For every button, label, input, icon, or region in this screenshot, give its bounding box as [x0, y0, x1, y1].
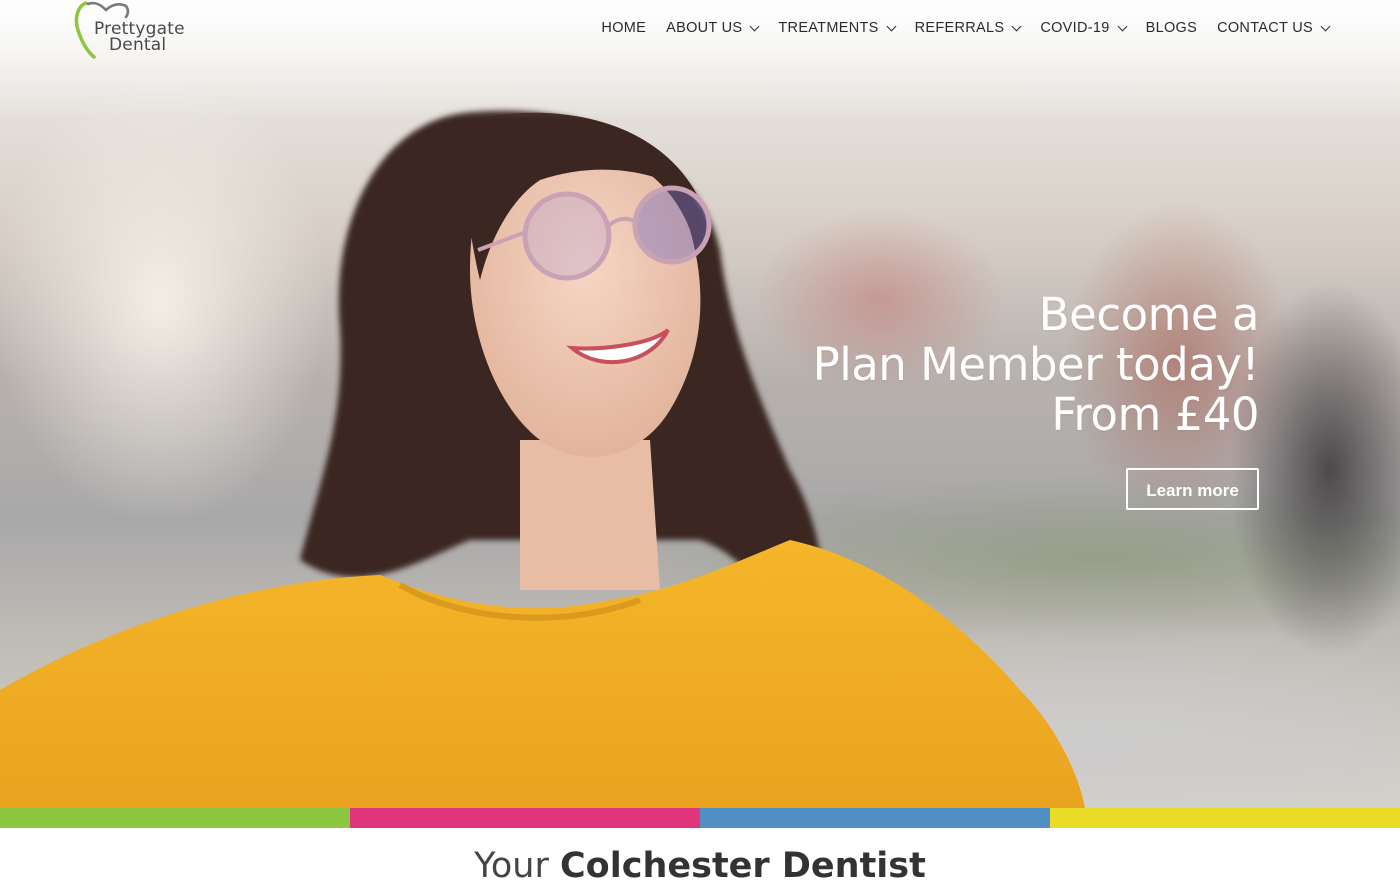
hero-banner: Become a Plan Member today! From £40 Lea… — [0, 0, 1400, 808]
section-heading-bold: Colchester Dentist — [559, 846, 926, 886]
hero-headline-line: Become a — [1038, 288, 1260, 341]
nav-item-about-us[interactable]: ABOUT US — [666, 20, 760, 36]
learn-more-button[interactable]: Learn more — [1126, 468, 1259, 510]
logo-text-line2: Dental — [109, 35, 167, 55]
hero-headline: Become a Plan Member today! From £40 — [739, 288, 1260, 441]
nav-item-label: ABOUT US — [666, 20, 743, 36]
chevron-down-icon — [749, 21, 760, 31]
nav-item-label: TREATMENTS — [778, 20, 879, 36]
stripe-segment-green — [0, 808, 350, 828]
chevron-down-icon — [886, 21, 897, 31]
hero-cta-block: Become a Plan Member today! From £40 Lea… — [739, 288, 1260, 510]
hero-headline-line: From £40 — [1051, 388, 1259, 441]
nav-item-covid-19[interactable]: COVID-19 — [1040, 20, 1128, 36]
stripe-segment-pink — [350, 808, 700, 828]
nav-item-label: HOME — [601, 20, 647, 36]
stripe-segment-yellow — [1050, 808, 1400, 828]
site-logo[interactable]: Prettygate Dental — [72, 0, 202, 60]
nav-item-blogs[interactable]: BLOGS — [1146, 20, 1197, 36]
hero-headline-line: Plan Member today! — [812, 338, 1260, 391]
nav-item-treatments[interactable]: TREATMENTS — [778, 20, 897, 36]
nav-item-label: REFERRALS — [914, 20, 1005, 36]
stripe-segment-blue — [700, 808, 1050, 828]
main-nav: HOME ABOUT US TREATMENTS REFERRALS COVID… — [581, 20, 1331, 36]
nav-item-label: BLOGS — [1145, 20, 1198, 36]
section-heading: Your Colchester Dentist — [0, 846, 1400, 886]
section-heading-light: Your — [474, 846, 549, 886]
nav-item-contact-us[interactable]: CONTACT US — [1217, 20, 1331, 36]
nav-item-referrals[interactable]: REFERRALS — [914, 20, 1022, 36]
color-stripe-divider — [0, 808, 1400, 828]
chevron-down-icon — [1011, 21, 1022, 31]
chevron-down-icon — [1117, 21, 1128, 31]
nav-item-label: COVID-19 — [1040, 20, 1110, 36]
chevron-down-icon — [1320, 21, 1331, 31]
site-header: Prettygate Dental HOME ABOUT US TREATMEN… — [0, 0, 1400, 64]
nav-item-home[interactable]: HOME — [601, 20, 646, 36]
nav-item-label: CONTACT US — [1217, 20, 1313, 36]
